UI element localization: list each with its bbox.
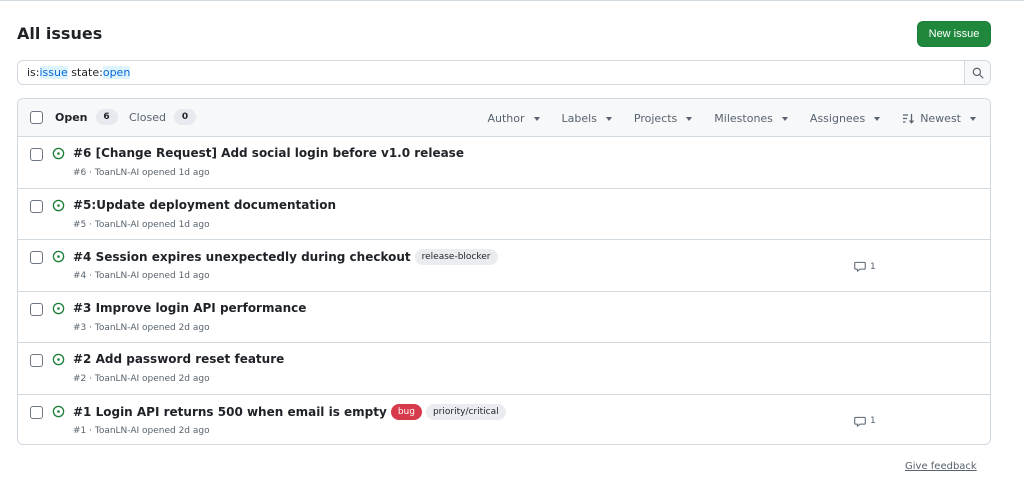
filter-label: Milestones bbox=[714, 111, 773, 125]
issues-list: Open 6 Closed 0 Author Labels Projects M… bbox=[17, 98, 991, 445]
new-issue-button[interactable]: New issue bbox=[917, 21, 991, 47]
issue-meta: #5 · ToanLN-AI opened 1d ago bbox=[73, 219, 210, 230]
open-count: 6 bbox=[95, 109, 118, 125]
chevron-down-icon bbox=[970, 116, 976, 121]
tab-closed[interactable]: Closed 0 bbox=[129, 109, 196, 125]
issue-title[interactable]: #2 Add password reset feature bbox=[73, 352, 284, 366]
chevron-down-icon bbox=[781, 116, 788, 121]
issue-opened-icon bbox=[52, 250, 65, 263]
issue-opened-icon bbox=[52, 199, 65, 211]
issue-checkbox[interactable] bbox=[30, 148, 43, 161]
closed-count: 0 bbox=[173, 109, 196, 125]
give-feedback-link[interactable]: Give feedback bbox=[905, 461, 977, 472]
issue-title[interactable]: #4 Session expires unexpectedly during c… bbox=[73, 250, 411, 264]
sort-newest[interactable]: Newest bbox=[902, 112, 976, 125]
search-token-key: state: bbox=[67, 66, 103, 79]
filter-labels[interactable]: Labels bbox=[562, 112, 612, 125]
issue-opened-icon bbox=[52, 147, 65, 160]
issue-row[interactable]: #5:Update deployment documentation #5 · … bbox=[18, 189, 990, 240]
filter-milestones[interactable]: Milestones bbox=[714, 112, 788, 125]
search-token-value: open bbox=[102, 66, 131, 79]
tab-open-label: Open bbox=[55, 110, 88, 124]
top-divider bbox=[0, 0, 1024, 1]
issue-opened-icon bbox=[52, 405, 65, 417]
search-token-key: is: bbox=[27, 66, 40, 79]
issue-checkbox[interactable] bbox=[30, 251, 43, 264]
issue-checkbox[interactable] bbox=[30, 405, 43, 419]
issue-opened-icon bbox=[52, 353, 65, 366]
tab-closed-label: Closed bbox=[129, 110, 166, 124]
issue-title[interactable]: #3 Improve login API performance bbox=[73, 301, 306, 315]
issue-label[interactable]: bug bbox=[390, 403, 422, 420]
issue-title[interactable]: #5:Update deployment documentation bbox=[73, 198, 336, 212]
issues-list-header: Open 6 Closed 0 Author Labels Projects M… bbox=[18, 99, 990, 137]
issue-meta: #3 · ToanLN-AI opened 2d ago bbox=[73, 322, 210, 333]
issue-checkbox[interactable] bbox=[30, 354, 43, 367]
chevron-down-icon bbox=[874, 116, 881, 121]
issue-row[interactable]: #4 Session expires unexpectedly during c… bbox=[18, 240, 990, 292]
filter-label: Labels bbox=[561, 111, 597, 125]
issue-label[interactable]: release-blocker bbox=[414, 249, 498, 265]
filter-assignees[interactable]: Assignees bbox=[809, 111, 881, 125]
chevron-down-icon bbox=[686, 116, 693, 121]
chevron-down-icon bbox=[533, 116, 540, 121]
issue-title[interactable]: #6 [Change Request] Add social login bef… bbox=[73, 146, 464, 160]
chevron-down-icon bbox=[605, 116, 612, 121]
filter-author[interactable]: Author bbox=[487, 111, 540, 125]
comments-number: 1 bbox=[870, 261, 876, 272]
issue-row[interactable]: #6 [Change Request] Add social login bef… bbox=[18, 137, 990, 189]
issue-meta: #1 · ToanLN-AI opened 2d ago bbox=[73, 425, 210, 436]
issue-row[interactable]: #3 Improve login API performance #3 · To… bbox=[18, 292, 990, 343]
issue-checkbox[interactable] bbox=[30, 199, 43, 213]
issue-checkbox[interactable] bbox=[30, 302, 43, 316]
comment-icon bbox=[854, 261, 866, 272]
tab-open[interactable]: Open 6 bbox=[55, 109, 118, 125]
filter-label: Projects bbox=[633, 111, 678, 125]
comments-count[interactable]: 1 bbox=[854, 416, 876, 427]
search-token-value: issue bbox=[39, 66, 68, 79]
select-all-checkbox[interactable] bbox=[30, 111, 43, 124]
issue-opened-icon bbox=[52, 302, 65, 314]
issue-label[interactable]: priority/critical bbox=[425, 403, 506, 420]
issue-title[interactable]: #1 Login API returns 500 when email is e… bbox=[73, 405, 387, 419]
comment-icon bbox=[854, 416, 866, 427]
issue-meta: #2 · ToanLN-AI opened 2d ago bbox=[73, 374, 210, 384]
sort-desc-icon bbox=[903, 113, 915, 124]
search-bar[interactable]: is: issue state: open bbox=[17, 60, 991, 85]
page-title: All issues bbox=[17, 24, 103, 43]
issue-row[interactable]: #2 Add password reset feature #2 · ToanL… bbox=[18, 343, 990, 395]
filter-projects[interactable]: Projects bbox=[633, 111, 693, 125]
sort-label: Newest bbox=[920, 111, 961, 125]
search-icon bbox=[972, 67, 983, 78]
comments-count[interactable]: 1 bbox=[854, 261, 876, 272]
filter-label: Assignees bbox=[809, 111, 866, 125]
issue-meta: #4 · ToanLN-AI opened 1d ago bbox=[73, 271, 210, 281]
search-button[interactable] bbox=[964, 61, 990, 84]
filter-label: Author bbox=[487, 111, 525, 125]
comments-number: 1 bbox=[870, 416, 876, 426]
issue-rows: #6 [Change Request] Add social login bef… bbox=[18, 137, 990, 445]
issue-meta: #6 · ToanLN-AI opened 1d ago bbox=[73, 168, 210, 178]
filter-bar: Author Labels Projects Milestones Assign… bbox=[487, 99, 990, 137]
issue-row[interactable]: #1 Login API returns 500 when email is e… bbox=[18, 395, 990, 445]
search-input[interactable]: is: issue state: open bbox=[18, 61, 964, 84]
